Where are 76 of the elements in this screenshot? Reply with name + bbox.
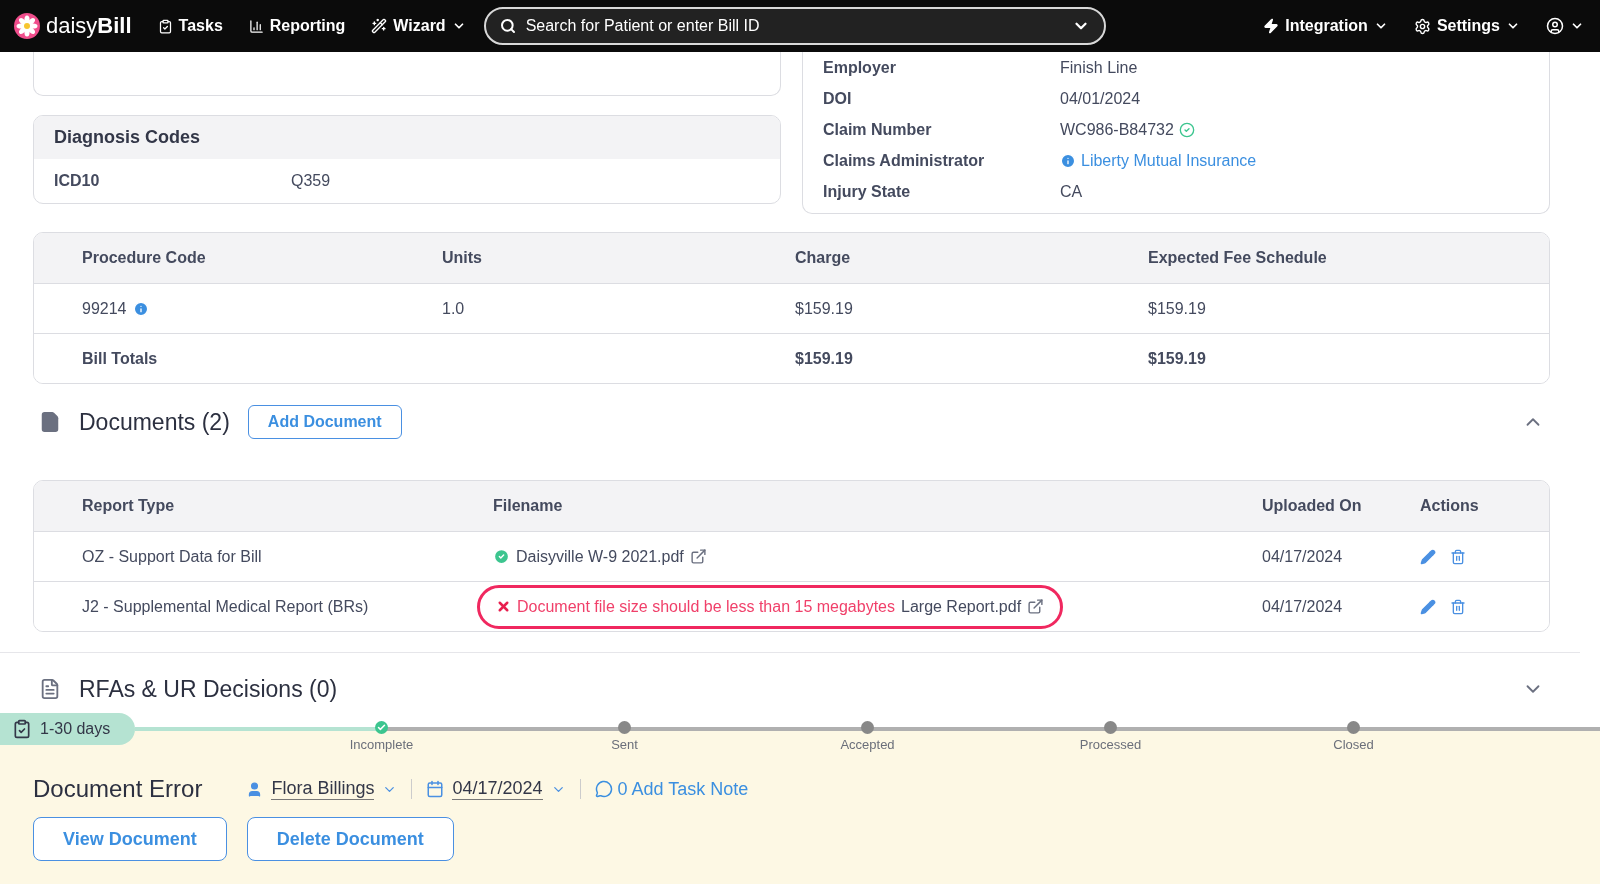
step-label: Processed [1079,737,1142,752]
column-header: Uploaded On [1262,497,1363,515]
badge-text: 1-30 days [40,720,111,738]
error-message: Document file size should be less than 15 megabytes [517,597,895,616]
table-cell-text: 1.0 [442,299,466,318]
totals-label: Bill Totals [82,349,159,368]
external-link-icon[interactable] [689,548,707,565]
field-label: Employer [823,58,897,77]
clipboard-icon [157,18,173,34]
section-title: Documents (2) [79,408,230,436]
nav-menu-item[interactable]: Tasks [157,17,223,35]
column-header: Expected Fee Schedule [1148,249,1328,267]
search-icon [499,18,516,34]
table-cell-text: $159.19 [1148,299,1207,318]
search-field[interactable]: Search for Patient or enter Bill ID [483,7,1106,45]
field-value: Finish Line [1060,58,1138,77]
calendar-icon [426,780,445,798]
nav-menu-item[interactable]: Wizard [371,17,466,35]
external-link-icon[interactable] [1027,598,1045,615]
daisy-logo-icon [14,13,40,39]
bolt-icon [1263,18,1280,34]
nav-menu-item[interactable]: Reporting [248,17,346,35]
step-label: Incomplete [349,737,414,752]
trash-icon[interactable] [1450,598,1466,615]
chart-icon [248,18,264,34]
field-label: Injury State [823,182,912,201]
table-cell-text: 04/17/2024 [1262,547,1344,566]
filename-link[interactable]: Large Report.pdf [901,597,1022,616]
step-label: Accepted [840,737,895,752]
card-title: Diagnosis Codes [54,127,201,148]
date-dropdown[interactable]: 04/17/2024 [426,778,566,800]
table-cell-text: J2 - Supplemental Medical Report (BRs) [82,597,370,616]
clipboard-icon [12,719,32,739]
filename-link[interactable]: Daisyville W-9 2021.pdf [516,547,684,566]
logo[interactable]: daisyBill [14,13,132,39]
field-value: CA [1060,182,1083,201]
user-menu[interactable] [1546,17,1584,35]
wand-icon [371,18,388,34]
document-icon [39,678,61,700]
step-label: Closed [1333,737,1374,752]
column-header: Report Type [82,497,176,515]
search-input[interactable]: Search for Patient or enter Bill ID [523,16,1064,36]
table-cell-text: 04/17/2024 [1262,597,1344,616]
logo-text: daisyBill [46,13,132,39]
pdf-file-icon [39,411,61,433]
field-label: DOI [823,89,853,108]
table-cell: 99214 [82,299,127,318]
column-header: Charge [795,249,852,267]
field-value: 04/01/2024 [1060,89,1141,108]
column-header: Actions [1420,497,1480,515]
table-cell-text: $159.19 [795,299,854,318]
code-set-label: ICD10 [54,172,101,190]
check-circle-icon [1178,121,1195,138]
field-label: Claim Number [823,120,933,139]
edit-icon[interactable] [1420,598,1436,615]
trash-icon[interactable] [1450,548,1466,565]
info-icon [1060,152,1076,169]
column-header: Procedure Code [82,249,207,267]
field-label: Claims Administrator [823,151,986,170]
user-icon [1546,17,1564,35]
diagnosis-code: Q359 [291,172,332,190]
comment-icon [594,780,613,798]
nav-menu-item[interactable]: Settings [1413,17,1520,35]
nav-menu-item[interactable]: Integration [1263,17,1388,35]
column-header: Filename [493,497,564,515]
task-title: Document Error [33,775,203,803]
table-cell-text: OZ - Support Data for Bill [82,547,263,566]
field-value: WC986-B84732 [1060,120,1174,139]
table-cell-text: $159.19 [795,349,854,368]
column-header: Units [442,249,483,267]
table-cell-text: $159.19 [1148,349,1207,368]
step-label: Sent [611,737,638,752]
edit-icon[interactable] [1420,548,1436,565]
section-title: RFAs & UR Decisions (0) [79,675,338,703]
settings-icon [1413,17,1431,35]
assignee-dropdown[interactable]: Flora Billings [246,778,398,800]
